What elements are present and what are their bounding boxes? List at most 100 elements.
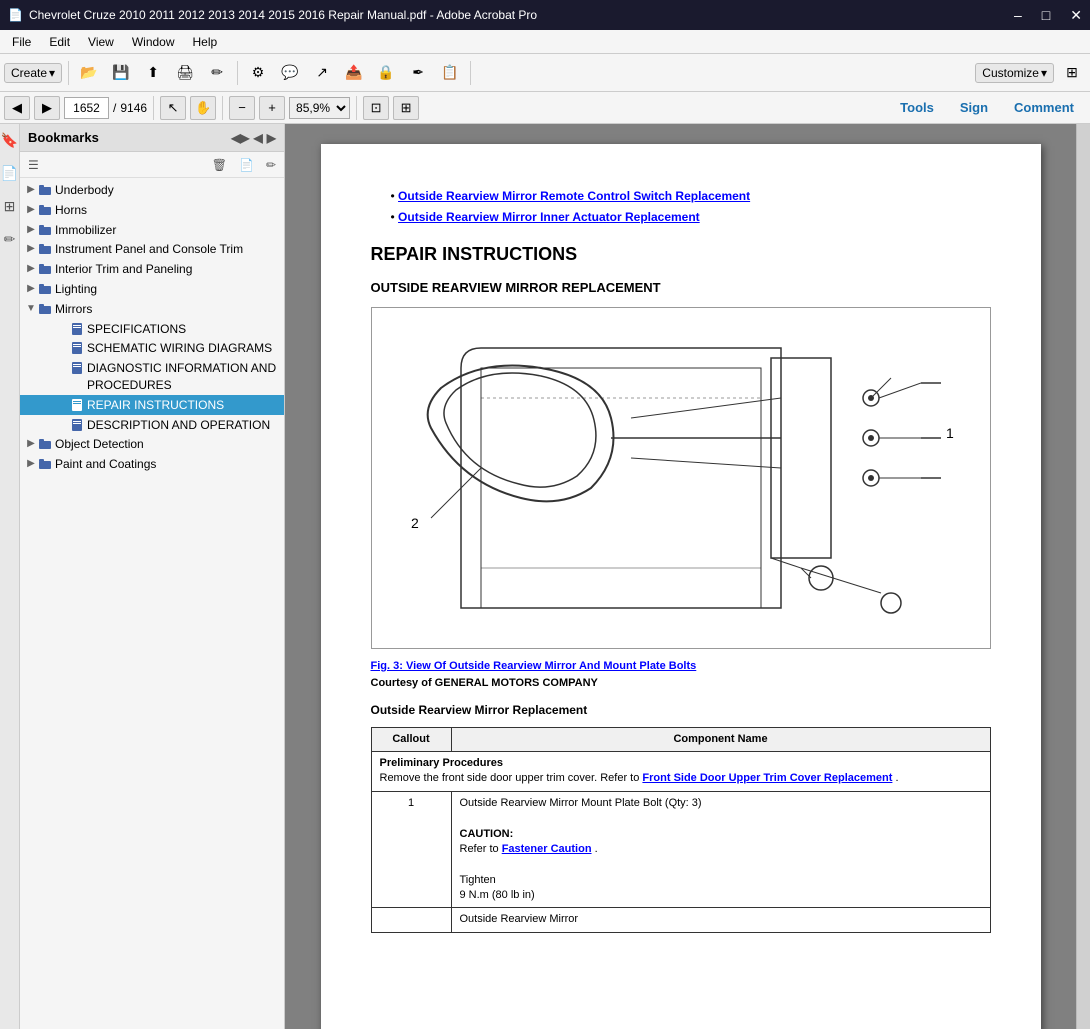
folder-immobilizer-icon [38,223,52,237]
sign-tool-button[interactable]: ✒ [404,59,432,87]
app-icon: 📄 [8,8,23,22]
tree-item-diagnostic[interactable]: ▶ DIAGNOSTIC INFORMATION AND PROCEDURES [20,358,284,395]
upload-button[interactable]: ⬆ [139,59,167,87]
panel-expand-icon[interactable]: ▶ [267,131,276,145]
title-bar: 📄 Chevrolet Cruze 2010 2011 2012 2013 20… [0,0,1090,30]
settings-button[interactable]: ⚙ [244,59,272,87]
tree-item-specifications[interactable]: ▶ SPECIFICATIONS [20,319,284,339]
customize-label: Customize [982,66,1039,80]
tree-item-immobilizer[interactable]: ▶ Immobilizer [20,220,284,240]
link-remote-control[interactable]: Outside Rearview Mirror Remote Control S… [398,189,750,203]
link-fastener-caution[interactable]: Fastener Caution [502,843,592,855]
schematic-label: SCHEMATIC WIRING DIAGRAMS [87,339,280,357]
fit-width-button[interactable]: ⊡ [363,96,389,120]
prev-page-button[interactable]: ◀ [4,96,30,120]
right-scrollbar[interactable] [1076,124,1090,1029]
tools-panel-icon[interactable]: ✏ [0,227,19,252]
tree-item-interior-trim[interactable]: ▶ Interior Trim and Paneling [20,259,284,279]
tree-item-mirrors[interactable]: ▼ Mirrors [20,299,284,319]
create-dropdown-icon[interactable]: ▾ [49,66,55,80]
security-button[interactable]: 🔒 [372,59,400,87]
print-button[interactable]: 🖨 [171,59,199,87]
tree-item-schematic-wiring[interactable]: ▶ SCHEMATIC WIRING DIAGRAMS [20,338,284,358]
sign-button[interactable]: Sign [948,96,1000,119]
fig-caption-link[interactable]: Fig. 3: View Of Outside Rearview Mirror … [371,660,697,672]
zoom-out-button[interactable]: − [229,96,255,120]
bookmark-options-button[interactable]: ☰ [24,156,43,174]
maximize-button[interactable]: □ [1042,7,1050,24]
pages-panel-icon[interactable]: 📄 [0,161,22,186]
create-button[interactable]: Create ▾ [4,63,62,83]
tree-item-object-detection[interactable]: ▶ Object Detection [20,434,284,454]
expand-interior-trim[interactable]: ▶ [24,262,38,276]
expand-underbody[interactable]: ▶ [24,183,38,197]
table-title: Outside Rearview Mirror Replacement [371,702,991,719]
expand-immobilizer[interactable]: ▶ [24,223,38,237]
new-bookmark-button[interactable]: 📄 [235,156,258,174]
customize-button[interactable]: Customize ▾ [975,63,1054,83]
collapse-panel-button[interactable]: ◀▶ [231,131,249,145]
expand-horns[interactable]: ▶ [24,203,38,217]
save-button[interactable]: 💾 [107,59,135,87]
panel-chevron-icon[interactable]: ◀ [254,131,263,145]
comment-btn[interactable]: 💬 [276,59,304,87]
share-button[interactable]: ↗ [308,59,336,87]
layers-panel-icon[interactable]: ⊞ [0,194,19,219]
tree-item-horns[interactable]: ▶ Horns [20,200,284,220]
hand-tool[interactable]: ✋ [190,96,216,120]
expand-mirrors[interactable]: ▼ [24,302,38,316]
expand-lighting[interactable]: ▶ [24,282,38,296]
minimize-button[interactable]: – [1014,7,1022,24]
table-row-2: Outside Rearview Mirror [371,908,990,932]
tree-item-underbody[interactable]: ▶ Underbody [20,180,284,200]
zoom-in-button[interactable]: + [259,96,285,120]
close-button[interactable]: ✕ [1070,7,1082,24]
export-button[interactable]: 📤 [340,59,368,87]
select-tool[interactable]: ↖ [160,96,186,120]
bookmark-properties-button[interactable]: ✏ [262,156,280,174]
toolbar-separator-1 [68,61,69,85]
zoom-selector[interactable]: 85,9% 50% 75% 100% 125% 150% [289,97,350,119]
page-input[interactable]: 1652 [64,97,109,119]
menu-edit[interactable]: Edit [41,33,78,51]
bullet-list: Outside Rearview Mirror Remote Control S… [391,188,991,226]
tree-item-lighting[interactable]: ▶ Lighting [20,279,284,299]
menu-bar: File Edit View Window Help [0,30,1090,54]
paint-coatings-label: Paint and Coatings [55,455,280,473]
page-navigation: 1652 / 9146 [64,97,147,119]
horns-label: Horns [55,201,280,219]
expand-object-detection[interactable]: ▶ [24,437,38,451]
tree-item-instrument-panel[interactable]: ▶ Instrument Panel and Console Trim [20,239,284,259]
pdf-viewer[interactable]: Outside Rearview Mirror Remote Control S… [285,124,1076,1029]
open-button[interactable]: 📂 [75,59,103,87]
menu-help[interactable]: Help [185,33,226,51]
menu-file[interactable]: File [4,33,39,51]
expand-instrument-panel[interactable]: ▶ [24,242,38,256]
link-front-side-door[interactable]: Front Side Door Upper Trim Cover Replace… [642,772,892,784]
page-repair-icon [70,398,84,412]
link-inner-actuator[interactable]: Outside Rearview Mirror Inner Actuator R… [398,210,700,224]
menu-view[interactable]: View [80,33,122,51]
nav-sep-3 [356,96,357,120]
tree-item-description-operation[interactable]: ▶ DESCRIPTION AND OPERATION [20,415,284,435]
bookmark-panel-icon[interactable]: 🔖 [0,128,22,153]
page-total: 9146 [120,101,147,115]
side-icon-strip: 🔖 📄 ⊞ ✏ [0,124,20,1029]
expand-button[interactable]: ⊞ [1058,59,1086,87]
next-page-button[interactable]: ▶ [34,96,60,120]
comment-button[interactable]: Comment [1002,96,1086,119]
tree-item-paint-coatings[interactable]: ▶ Paint and Coatings [20,454,284,474]
repair-instructions-heading: REPAIR INSTRUCTIONS [371,242,991,267]
edit-button[interactable]: ✏ [203,59,231,87]
component-2-cell: Outside Rearview Mirror [451,908,990,932]
menu-window[interactable]: Window [124,33,183,51]
tools-button[interactable]: Tools [888,96,946,119]
folder-mirrors-icon [38,302,52,316]
delete-bookmark-button[interactable]: 🗑 [208,156,231,174]
expand-paint-coatings[interactable]: ▶ [24,457,38,471]
tree-item-repair-instructions[interactable]: ▶ REPAIR INSTRUCTIONS [20,395,284,415]
folder-horns-icon [38,203,52,217]
fit-page-button[interactable]: ⊞ [393,96,419,120]
page-description-icon [70,418,84,432]
pdf-button[interactable]: 📋 [436,59,464,87]
